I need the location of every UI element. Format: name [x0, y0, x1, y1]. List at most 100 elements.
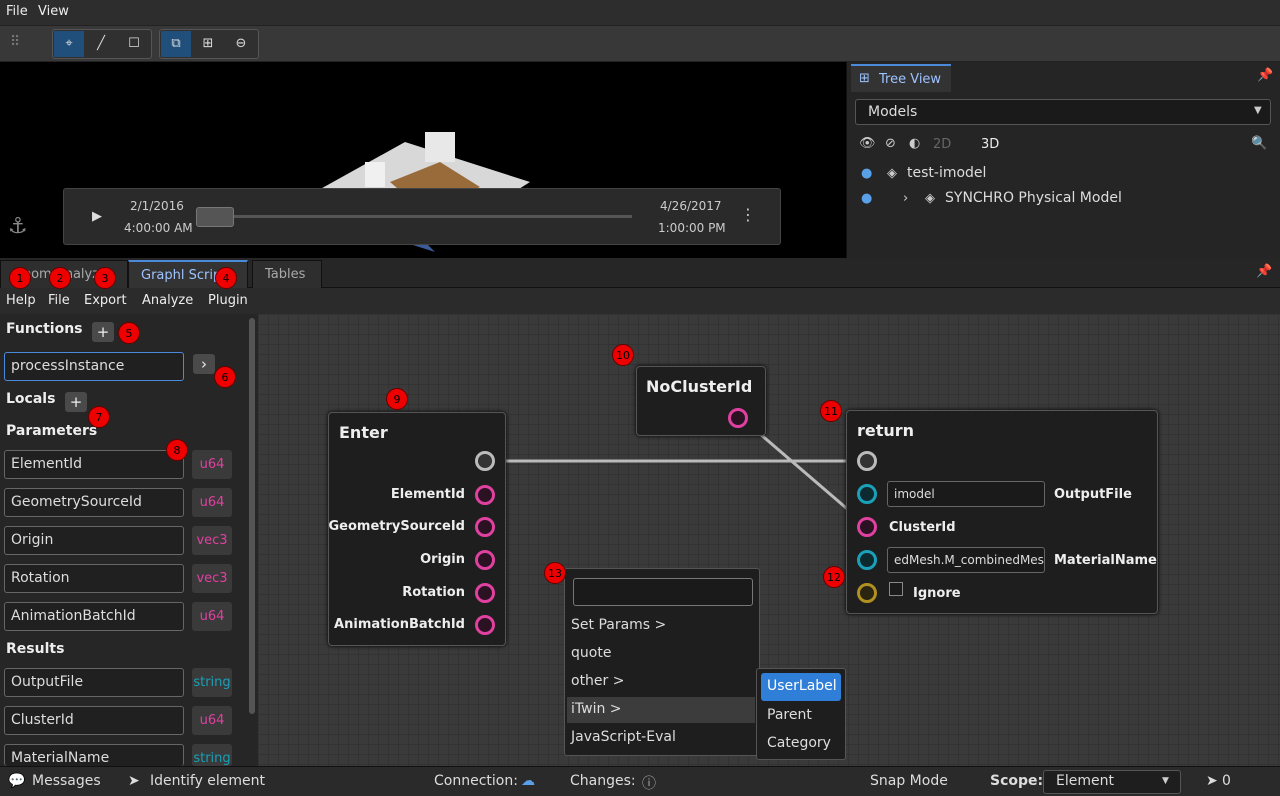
hide-all-icon[interactable]: ⊘: [885, 136, 896, 151]
tree-view-panel: ⊞ Tree View 📌 Models ▼ 👁 ⊘ ◐ 2D 3D 🔍 ● ◈…: [846, 62, 1280, 258]
add-icon[interactable]: ⊞: [193, 31, 223, 57]
menu-analyze[interactable]: Analyze: [142, 293, 193, 308]
param-field[interactable]: ElementId: [4, 450, 184, 479]
function-go-button[interactable]: ›: [193, 354, 215, 374]
menu-export[interactable]: Export: [84, 293, 127, 308]
view-2d-toggle[interactable]: 2D: [933, 137, 951, 152]
param-field[interactable]: GeometrySourceId: [4, 488, 184, 517]
select-elements-icon[interactable]: ⧉: [161, 31, 191, 57]
select-box-icon[interactable]: ☐: [119, 31, 149, 57]
result-field[interactable]: MaterialName: [4, 744, 184, 766]
param-type[interactable]: vec3: [192, 564, 232, 593]
snap-mode-button[interactable]: Snap Mode: [870, 773, 948, 789]
result-type[interactable]: string: [192, 744, 232, 766]
annotation-badge: 1: [9, 267, 31, 289]
output-pin[interactable]: [475, 550, 495, 570]
search-icon[interactable]: 🔍: [1251, 136, 1267, 151]
submenu-item[interactable]: UserLabel: [767, 678, 837, 694]
output-pin[interactable]: [475, 485, 495, 505]
result-type[interactable]: u64: [192, 706, 232, 735]
chevron-right-icon[interactable]: ›: [903, 191, 908, 206]
context-menu-item[interactable]: quote: [571, 645, 611, 661]
tab-tables[interactable]: Tables: [252, 260, 322, 288]
pin-icon[interactable]: 📌: [1257, 68, 1273, 83]
drag-handle-icon[interactable]: ⠿: [10, 34, 20, 50]
messages-icon[interactable]: 💬: [8, 773, 25, 789]
tree-item-synchro-model[interactable]: SYNCHRO Physical Model: [945, 190, 1122, 206]
locals-heading: Locals: [6, 391, 56, 407]
nocluster-node[interactable]: NoClusterId: [636, 366, 766, 436]
exec-in-pin[interactable]: [857, 451, 877, 471]
input-pin[interactable]: [857, 517, 877, 537]
enter-node[interactable]: Enter ElementId GeometrySourceId Origin …: [328, 412, 506, 646]
param-type[interactable]: vec3: [192, 526, 232, 555]
pin-icon[interactable]: 📌: [1256, 264, 1272, 279]
end-time: 1:00:00 PM: [658, 221, 726, 235]
menu-plugin[interactable]: Plugin: [208, 293, 248, 308]
input-pin[interactable]: [857, 484, 877, 504]
info-icon[interactable]: ⓘ: [642, 773, 656, 793]
ignore-checkbox[interactable]: [889, 582, 903, 596]
play-icon[interactable]: ▶: [92, 209, 102, 224]
context-menu-item-hover[interactable]: iTwin >: [567, 697, 755, 723]
input-pin[interactable]: [857, 583, 877, 603]
menu-graph-file[interactable]: File: [48, 293, 70, 308]
context-menu-item[interactable]: Set Params >: [571, 617, 666, 633]
output-pin[interactable]: [475, 517, 495, 537]
param-field[interactable]: Rotation: [4, 564, 184, 593]
param-type[interactable]: u64: [192, 602, 232, 631]
submenu-item[interactable]: Parent: [767, 707, 812, 723]
scope-select[interactable]: Element ▼: [1043, 770, 1181, 794]
models-select[interactable]: Models ▼: [855, 99, 1271, 125]
output-pin[interactable]: [728, 408, 748, 428]
visibility-icon[interactable]: ●: [861, 191, 872, 206]
add-local-button[interactable]: +: [65, 392, 87, 412]
node-search-input[interactable]: [573, 578, 753, 606]
graph-canvas[interactable]: Enter ElementId GeometrySourceId Origin …: [258, 314, 1280, 766]
tree-item-test-imodel[interactable]: test-imodel: [907, 165, 986, 181]
result-field[interactable]: OutputFile: [4, 668, 184, 697]
menu-help[interactable]: Help: [6, 293, 36, 308]
context-menu-item[interactable]: iTwin >: [571, 701, 622, 717]
sidebar-scrollbar[interactable]: [249, 318, 255, 714]
pin-label: OutputFile: [1054, 487, 1132, 502]
context-menu-item[interactable]: other >: [571, 673, 624, 689]
return-node[interactable]: return imodel OutputFile ClusterId edMes…: [846, 410, 1158, 614]
param-field[interactable]: Origin: [4, 526, 184, 555]
identify-element[interactable]: Identify element: [150, 773, 265, 789]
functions-heading: Functions: [6, 321, 83, 337]
result-type[interactable]: string: [192, 668, 232, 697]
output-pin[interactable]: [475, 615, 495, 635]
param-field[interactable]: AnimationBatchId: [4, 602, 184, 631]
result-field[interactable]: ClusterId: [4, 706, 184, 735]
pin-label: Ignore: [913, 586, 961, 601]
input-pin[interactable]: [857, 550, 877, 570]
param-type[interactable]: u64: [192, 488, 232, 517]
visibility-icon[interactable]: ●: [861, 166, 872, 181]
select-line-icon[interactable]: ╱: [86, 31, 116, 57]
tab-tree-view[interactable]: ⊞ Tree View: [851, 64, 951, 92]
function-name-input[interactable]: processInstance: [4, 352, 184, 381]
output-pin[interactable]: [475, 583, 495, 603]
timeline-track[interactable]: [196, 215, 632, 218]
material-name-input[interactable]: edMesh.M_combinedMesh: [887, 547, 1045, 573]
context-menu-item[interactable]: JavaScript-Eval: [571, 729, 676, 745]
timeline-slider-handle[interactable]: [196, 207, 234, 227]
select-point-icon[interactable]: ⌖: [54, 31, 84, 57]
menu-view[interactable]: View: [38, 4, 69, 19]
remove-icon[interactable]: ⊖: [226, 31, 256, 57]
submenu-item[interactable]: Category: [767, 735, 831, 751]
more-options-icon[interactable]: ⋮: [740, 205, 756, 224]
show-all-icon[interactable]: 👁: [859, 136, 876, 151]
messages-button[interactable]: Messages: [32, 773, 101, 789]
graph-menu: Help File Export Analyze Plugin: [0, 288, 1280, 314]
add-function-button[interactable]: +: [92, 322, 114, 342]
param-type[interactable]: u64: [192, 450, 232, 479]
exec-out-pin[interactable]: [475, 451, 495, 471]
output-file-input[interactable]: imodel: [887, 481, 1045, 507]
invert-icon[interactable]: ◐: [909, 136, 920, 151]
view-3d-toggle[interactable]: 3D: [981, 137, 999, 152]
timeline-player: ▶ 2/1/2016 4:00:00 AM 4/26/2017 1:00:00 …: [63, 188, 781, 245]
menu-file[interactable]: File: [6, 4, 28, 19]
submenu-item-selected[interactable]: UserLabel: [761, 673, 841, 701]
